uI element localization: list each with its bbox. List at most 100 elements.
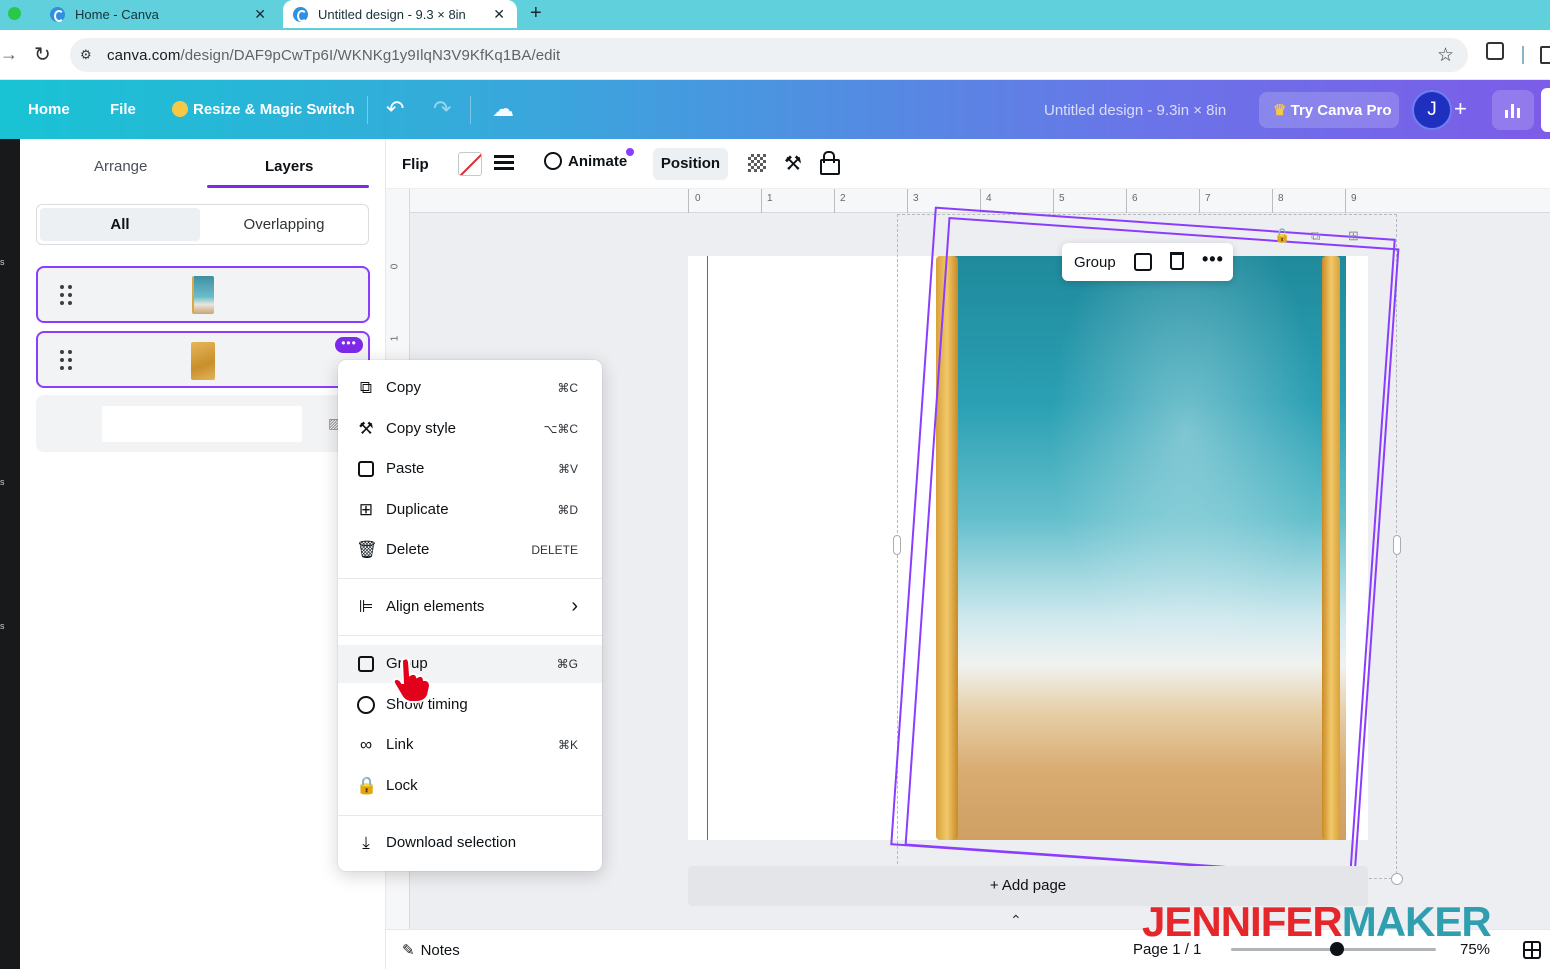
tab-layers[interactable]: Layers: [265, 158, 313, 175]
fill-color-none-icon[interactable]: [458, 152, 482, 176]
window-maximize-button[interactable]: [8, 7, 21, 20]
layers-panel: Arrange Layers All Overlapping ••• ▨: [20, 139, 386, 969]
menu-item-link[interactable]: ∞ Link ⌘K: [338, 726, 602, 764]
crown-icon: ♛: [1273, 102, 1291, 119]
paint-roller-icon[interactable]: ⚒: [784, 151, 802, 176]
close-tab-icon[interactable]: ✕: [254, 6, 266, 23]
animate-icon: [544, 152, 562, 170]
resize-handle-corner[interactable]: [1391, 873, 1403, 885]
drag-handle-icon[interactable]: [60, 285, 74, 307]
clock-icon: [356, 695, 376, 715]
menu-item-download-selection[interactable]: ⤓ Download selection: [338, 824, 602, 862]
menu-divider: [338, 578, 602, 579]
link-icon: ∞: [359, 735, 373, 754]
filter-overlapping-button[interactable]: Overlapping: [203, 208, 365, 241]
more-options-icon[interactable]: •••: [1202, 249, 1224, 270]
duplicate-page-icon[interactable]: ⧉: [1311, 228, 1320, 244]
new-feature-dot: [626, 148, 634, 156]
redo-icon[interactable]: ↷: [433, 96, 451, 122]
tab-title: Untitled design - 9.3 × 8in: [318, 6, 466, 22]
try-canva-pro-button[interactable]: ♛ Try Canva Pro: [1259, 92, 1399, 128]
menu-divider: [338, 815, 602, 816]
clipboard-icon: [356, 459, 376, 479]
layer-more-options-icon[interactable]: •••: [335, 337, 363, 353]
share-button[interactable]: [1541, 88, 1550, 132]
border-style-icon[interactable]: [494, 155, 514, 171]
rail-label[interactable]: s: [0, 621, 5, 631]
menu-item-copy[interactable]: ⧉ Copy ⌘C: [338, 369, 602, 407]
chevron-up-icon[interactable]: ⌃: [1010, 912, 1022, 929]
menu-item-paste[interactable]: Paste ⌘V: [338, 450, 602, 488]
resize-magic-switch-button[interactable]: Resize & Magic Switch: [172, 101, 355, 118]
menu-item-duplicate[interactable]: ⊞ Duplicate ⌘D: [338, 491, 602, 529]
transparency-icon[interactable]: [748, 154, 766, 172]
menu-item-align-elements[interactable]: ⊫ Align elements ›: [338, 588, 602, 626]
selection-guide-line: [707, 256, 708, 840]
add-page-icon[interactable]: ⊞: [1348, 228, 1359, 244]
menu-item-group[interactable]: Group ⌘G: [338, 645, 602, 683]
notes-button[interactable]: ✎ Notes: [402, 941, 460, 959]
close-tab-icon[interactable]: ✕: [493, 6, 505, 23]
lock-icon: 🔒: [356, 776, 378, 795]
menu-divider: [338, 635, 602, 636]
forward-arrow-icon[interactable]: →: [0, 44, 18, 65]
new-tab-icon[interactable]: +: [530, 2, 542, 25]
watermark-logo: JENNIFERMAKER: [1142, 898, 1492, 945]
tab-title: Home - Canva: [75, 6, 159, 22]
selection-outline: [904, 217, 1400, 877]
context-menu: ⧉ Copy ⌘C ⚒ Copy style ⌥⌘C Paste ⌘V ⊞ Du…: [338, 360, 602, 871]
site-settings-icon[interactable]: ⚙: [80, 47, 96, 63]
grid-view-icon[interactable]: [1523, 941, 1541, 959]
lock-page-icon[interactable]: 🔓: [1274, 228, 1290, 244]
animate-button[interactable]: Animate: [544, 152, 627, 170]
layer-filter-toggle: All Overlapping: [36, 204, 369, 245]
trash-icon: 🗑: [356, 540, 378, 559]
cloud-saved-icon[interactable]: ☁: [492, 96, 514, 122]
menu-item-show-timing[interactable]: Show timing: [338, 686, 602, 724]
layer-item-background[interactable]: ▨: [36, 395, 370, 452]
layer-thumbnail: [102, 406, 302, 442]
duplicate-icon: ⊞: [358, 500, 374, 519]
home-button[interactable]: Home: [28, 101, 70, 118]
browser-tab-home[interactable]: Home - Canva ✕: [46, 0, 278, 28]
layer-item-gold[interactable]: •••: [36, 331, 370, 388]
menu-item-delete[interactable]: 🗑 Delete DELETE: [338, 531, 602, 569]
position-button[interactable]: Position: [653, 148, 728, 180]
undo-icon[interactable]: ↶: [386, 96, 404, 122]
side-panel-icon[interactable]: [1540, 46, 1550, 64]
copy-icon: ⧉: [359, 378, 373, 397]
rail-label[interactable]: s: [0, 257, 5, 267]
layer-item-ocean[interactable]: [36, 266, 370, 323]
group-popover: Group •••: [1062, 243, 1233, 281]
group-icon: [356, 654, 376, 674]
reload-icon[interactable]: ↻: [34, 42, 51, 67]
duplicate-icon[interactable]: [1134, 253, 1152, 271]
lock-icon[interactable]: [820, 151, 840, 175]
group-button[interactable]: Group: [1074, 254, 1116, 271]
browser-tab-strip: Home - Canva ✕ Untitled design - 9.3 × 8…: [0, 0, 1550, 30]
extensions-icon[interactable]: [1486, 42, 1504, 60]
resize-handle-right[interactable]: [1393, 535, 1401, 555]
file-menu-button[interactable]: File: [110, 101, 136, 118]
url-input[interactable]: ⚙ canva.com/design/DAF9pCwTp6I/WKNKg1y9I…: [70, 38, 1468, 72]
browser-tab-design[interactable]: Untitled design - 9.3 × 8in ✕: [283, 0, 517, 28]
trash-icon[interactable]: [1170, 252, 1184, 270]
menu-item-lock[interactable]: 🔒 Lock: [338, 767, 602, 805]
insights-chart-button[interactable]: [1492, 90, 1534, 130]
layer-thumbnail: [192, 276, 214, 314]
toolbar-divider: [1522, 46, 1524, 64]
crown-icon: [172, 101, 188, 117]
bookmark-star-icon[interactable]: ☆: [1437, 44, 1454, 67]
url-text: canva.com/design/DAF9pCwTp6I/WKNKg1y9Ilq…: [107, 47, 561, 64]
avatar[interactable]: J: [1412, 90, 1452, 130]
menu-item-copy-style[interactable]: ⚒ Copy style ⌥⌘C: [338, 410, 602, 448]
add-collaborator-button[interactable]: +: [1454, 96, 1467, 122]
tab-arrange[interactable]: Arrange: [94, 158, 147, 175]
filter-all-button[interactable]: All: [40, 208, 200, 241]
resize-handle-left[interactable]: [893, 535, 901, 555]
document-title[interactable]: Untitled design - 9.3in × 8in: [1044, 102, 1226, 119]
notes-icon: ✎: [402, 942, 415, 959]
flip-button[interactable]: Flip: [402, 156, 429, 173]
drag-handle-icon[interactable]: [60, 350, 74, 372]
rail-label[interactable]: s: [0, 477, 5, 487]
